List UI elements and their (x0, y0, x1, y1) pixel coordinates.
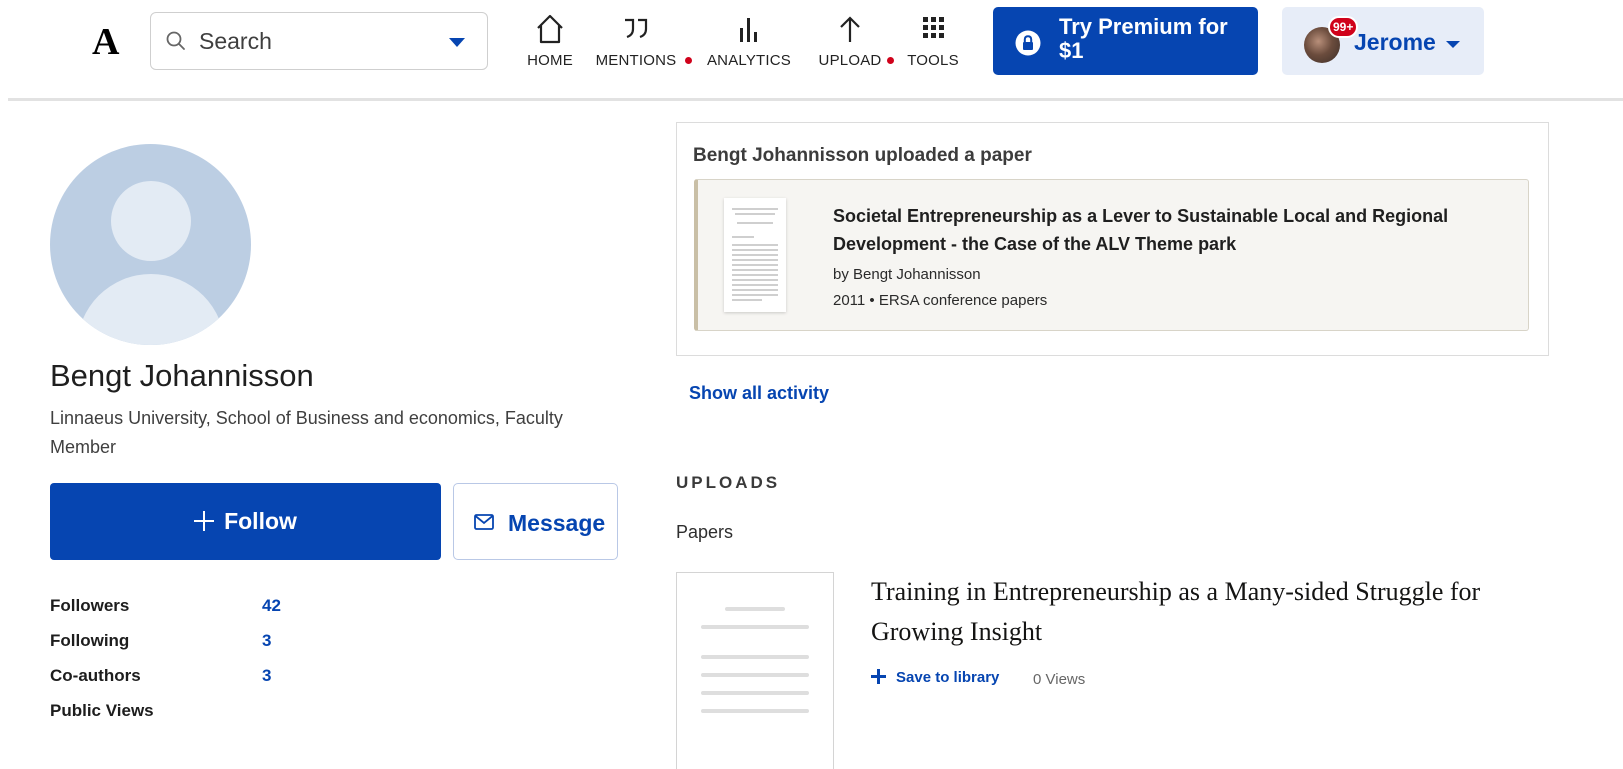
nav-analytics[interactable]: ANALYTICS (702, 12, 796, 72)
save-to-library-label: Save to library (896, 669, 1000, 686)
activity-paper-meta: 2011 • ERSA conference papers (833, 292, 1048, 309)
user-name: Jerome (1354, 29, 1436, 55)
views-count: 0 Views (1033, 671, 1086, 688)
upload-paper-thumbnail[interactable] (676, 572, 834, 769)
bar-chart-icon (740, 18, 757, 42)
stat-following: Following 3 (50, 631, 350, 661)
search-box[interactable] (150, 12, 488, 70)
profile-affiliation: Linnaeus University, School of Business … (50, 408, 563, 457)
message-button[interactable]: Message (453, 483, 618, 560)
top-navigation: A HOME MENTIONS ANALYTICS (0, 0, 1623, 104)
upload-arrow-icon (840, 16, 860, 42)
grid-icon (923, 17, 944, 38)
user-menu-button[interactable]: 99+ Jerome (1282, 7, 1484, 75)
stat-label: Followers (50, 596, 130, 615)
stat-value[interactable]: 42 (262, 596, 281, 616)
search-dropdown-caret-icon[interactable] (449, 38, 465, 47)
uploads-heading: UPLOADS (676, 473, 781, 492)
activity-paper-card[interactable]: Societal Entrepreneurship as a Lever to … (694, 179, 1529, 331)
header-divider (8, 98, 1623, 101)
search-input[interactable] (199, 25, 429, 57)
nav-upload[interactable]: UPLOAD (814, 12, 894, 72)
stat-label: Co-authors (50, 666, 141, 685)
stat-value[interactable]: 3 (262, 666, 271, 686)
stat-label: Following (50, 631, 130, 650)
nav-upload-label: UPLOAD (818, 52, 882, 69)
activity-paper-title[interactable]: Societal Entrepreneurship as a Lever to … (833, 202, 1513, 258)
nav-home[interactable]: HOME (520, 12, 580, 72)
envelope-icon (474, 514, 494, 530)
stat-public-views: Public Views (50, 701, 350, 731)
chevron-down-icon (1446, 41, 1460, 48)
activity-card: Bengt Johannisson uploaded a paper Socie… (676, 122, 1549, 356)
stat-value[interactable]: 3 (262, 631, 271, 651)
nav-analytics-label: ANALYTICS (706, 52, 792, 69)
show-all-activity-link[interactable]: Show all activity (689, 383, 829, 404)
paper-thumbnail (724, 198, 786, 312)
nav-tools[interactable]: TOOLS (902, 12, 964, 72)
profile-avatar (50, 144, 251, 345)
quote-icon (625, 18, 648, 39)
profile-name: Bengt Johannisson (50, 358, 314, 393)
follow-label: Follow (224, 508, 297, 534)
avatar-placeholder-body (77, 274, 225, 345)
lock-icon (1015, 30, 1041, 56)
follow-button-content: Follow (50, 508, 441, 535)
nav-mentions[interactable]: MENTIONS (590, 12, 692, 72)
try-premium-label: Try Premium for $1 (1059, 14, 1228, 63)
upload-paper-title[interactable]: Training in Entrepreneurship as a Many-s… (871, 572, 1511, 652)
stat-followers: Followers 42 (50, 596, 350, 626)
papers-subheading: Papers (676, 522, 734, 542)
plus-icon (194, 511, 215, 531)
academia-logo[interactable]: A (92, 22, 119, 62)
try-premium-button[interactable]: Try Premium for $1 (993, 7, 1258, 75)
activity-paper-author: by Bengt Johannisson (833, 266, 981, 283)
activity-heading: Bengt Johannisson uploaded a paper (693, 145, 1032, 166)
nav-tools-label: TOOLS (907, 52, 959, 69)
stat-coauthors: Co-authors 3 (50, 666, 350, 696)
nav-mentions-label: MENTIONS (595, 52, 677, 69)
save-to-library-button[interactable]: Save to library (871, 669, 999, 686)
nav-home-label: HOME (527, 52, 573, 69)
stat-label: Public Views (50, 701, 154, 720)
message-label: Message (508, 510, 606, 536)
avatar-placeholder-head (111, 181, 191, 261)
mentions-notification-dot (685, 57, 692, 64)
upload-notification-dot (887, 57, 894, 64)
plus-icon (871, 669, 886, 684)
home-icon (537, 14, 563, 44)
search-icon (166, 31, 185, 50)
follow-button[interactable]: Follow (50, 483, 441, 560)
